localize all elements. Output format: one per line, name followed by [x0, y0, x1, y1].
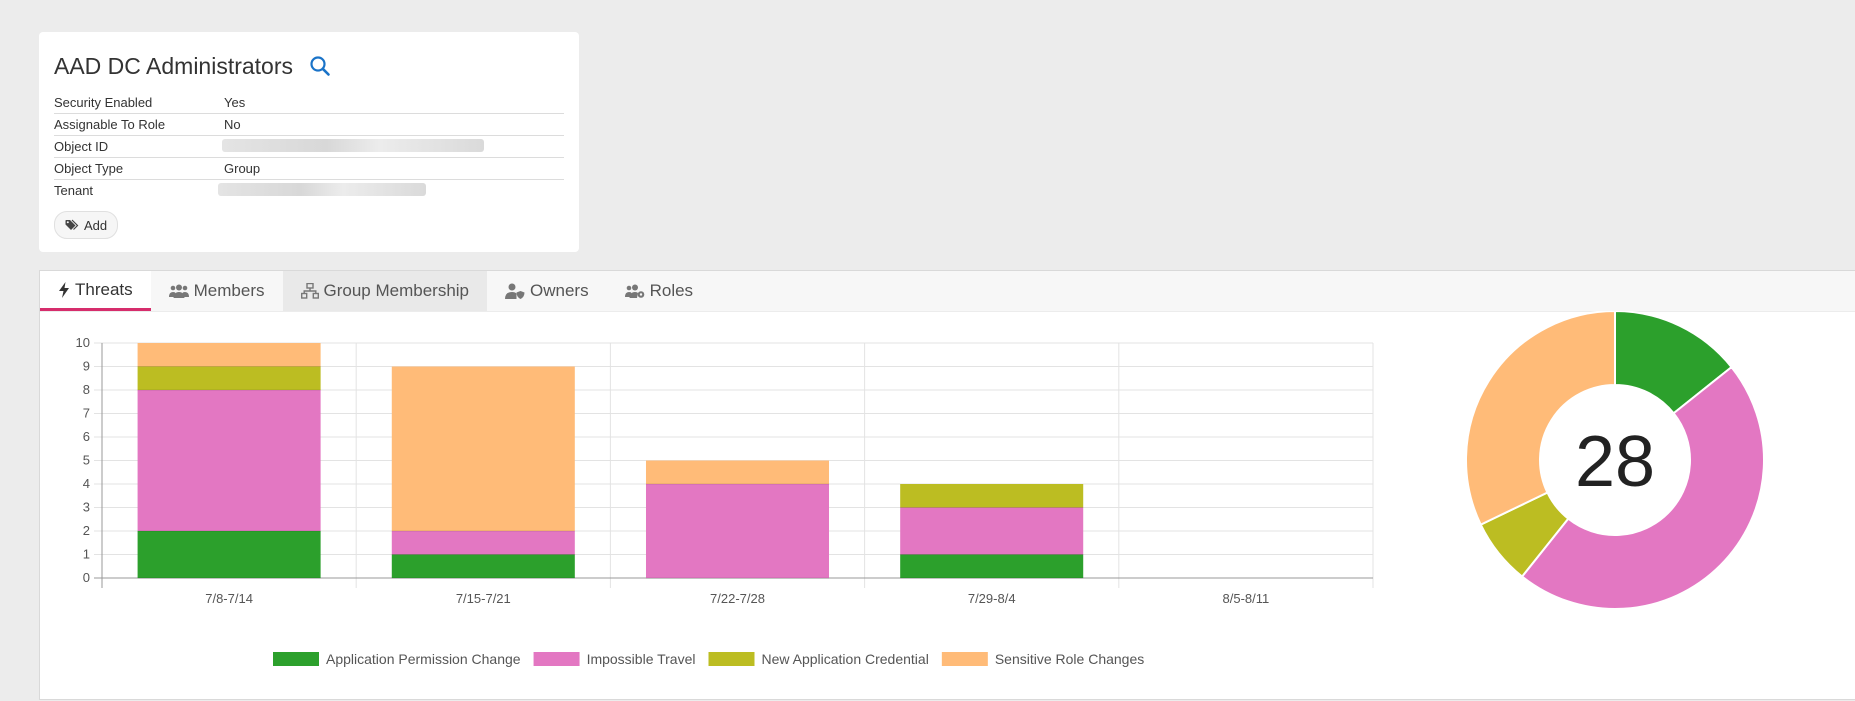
tab-roles[interactable]: Roles: [607, 271, 711, 311]
bar-segment[interactable]: [900, 554, 1084, 579]
legend-swatch: [273, 652, 319, 666]
legend-label[interactable]: New Application Credential: [762, 651, 929, 667]
sitemap-icon: [300, 283, 319, 299]
property-label: Object Type: [54, 161, 124, 176]
bar-segment[interactable]: [391, 366, 575, 532]
donut-total-label: 28: [1575, 422, 1655, 502]
properties-table: Security Enabled Yes Assignable To Role …: [54, 92, 564, 201]
y-tick-label: 6: [83, 429, 90, 444]
bar-segment[interactable]: [900, 507, 1084, 555]
y-tick-label: 5: [83, 453, 90, 468]
tab-members[interactable]: Members: [151, 271, 283, 311]
bolt-icon: [59, 281, 69, 298]
property-row: Object Type Group: [54, 158, 564, 180]
threats-donut-chart: 28: [1465, 311, 1765, 610]
tab-label: Roles: [649, 281, 694, 300]
property-row: Tenant: [54, 180, 564, 201]
tab-owners[interactable]: Owners: [487, 271, 607, 311]
redacted-value: [222, 138, 484, 152]
title-row: AAD DC Administrators: [54, 50, 564, 82]
y-tick-label: 1: [83, 547, 90, 562]
users-cog-icon: [624, 284, 644, 298]
property-value: Yes: [224, 95, 246, 110]
bar-segment[interactable]: [137, 366, 321, 391]
property-row: Object ID: [54, 136, 564, 158]
details-panel: Threats Members Group Membership Owners …: [39, 270, 1855, 700]
tab-bar: Threats Members Group Membership Owners …: [40, 271, 1855, 312]
tab-label: Threats: [75, 279, 133, 299]
property-value: No: [224, 117, 241, 132]
y-tick-label: 9: [83, 359, 90, 374]
property-row: Assignable To Role No: [54, 114, 564, 136]
y-tick-label: 7: [83, 406, 90, 421]
property-row: Security Enabled Yes: [54, 92, 564, 114]
bar-segment[interactable]: [391, 554, 575, 579]
y-tick-label: 0: [83, 570, 90, 585]
legend-label[interactable]: Sensitive Role Changes: [995, 651, 1144, 667]
bar-segment[interactable]: [137, 390, 321, 531]
property-label: Security Enabled: [54, 95, 153, 110]
search-icon[interactable]: [309, 55, 331, 77]
property-value-redacted: [218, 182, 564, 199]
property-label: Object ID: [54, 139, 109, 154]
x-tick-label: 7/29-8/4: [968, 591, 1016, 606]
group-info-card: AAD DC Administrators Security Enabled Y…: [39, 32, 579, 252]
x-tick-label: 7/22-7/28: [710, 591, 765, 606]
add-tag-label: Add: [84, 217, 108, 233]
threats-bar-chart: 0 1 2 3 4 5 6 7 8 9 10 7/8-7/14 7/15-7/21 7/22-7/28 7/…: [76, 335, 1374, 667]
user-shield-icon: [505, 283, 525, 299]
x-tick-label: 8/5-8/11: [1223, 591, 1270, 606]
bar-segment[interactable]: [645, 484, 830, 578]
page-title: AAD DC Administrators: [54, 52, 294, 79]
tab-threats[interactable]: Threats: [40, 271, 151, 311]
y-tick-label: 2: [83, 523, 90, 538]
bar-segment[interactable]: [900, 484, 1084, 508]
property-label: Assignable To Role: [54, 117, 166, 132]
threats-chart-area: 0 1 2 3 4 5 6 7 8 9 10 7/8-7/14 7/15-7/21 7/22-7/28 7/…: [40, 311, 1855, 701]
y-tick-label: 8: [83, 382, 90, 397]
property-label: Tenant: [54, 183, 94, 198]
x-tick-label: 7/15-7/21: [456, 591, 511, 606]
bar-segment[interactable]: [137, 531, 321, 578]
property-value-redacted: [222, 138, 564, 155]
bar-segment[interactable]: [391, 531, 575, 555]
legend-label[interactable]: Impossible Travel: [587, 651, 696, 667]
y-tick-label: 10: [76, 335, 90, 350]
add-tag-button[interactable]: Add: [54, 211, 119, 239]
x-tick-label: 7/8-7/14: [205, 591, 253, 606]
bar-segment[interactable]: [137, 343, 321, 367]
tab-label: Group Membership: [323, 281, 470, 300]
legend-swatch: [533, 652, 580, 666]
y-tick-label: 3: [83, 500, 90, 515]
legend-label[interactable]: Application Permission Change: [326, 651, 521, 667]
y-tick-label: 4: [83, 476, 90, 491]
legend-swatch: [941, 652, 988, 666]
tab-label: Owners: [530, 281, 589, 300]
tags-icon: [65, 219, 79, 230]
legend-swatch: [708, 652, 755, 666]
redacted-value: [218, 182, 426, 196]
tab-label: Members: [193, 281, 265, 300]
bar-segment[interactable]: [645, 460, 830, 485]
property-value: Group: [224, 161, 261, 176]
users-icon: [168, 284, 189, 298]
tab-group-membership[interactable]: Group Membership: [282, 271, 488, 311]
